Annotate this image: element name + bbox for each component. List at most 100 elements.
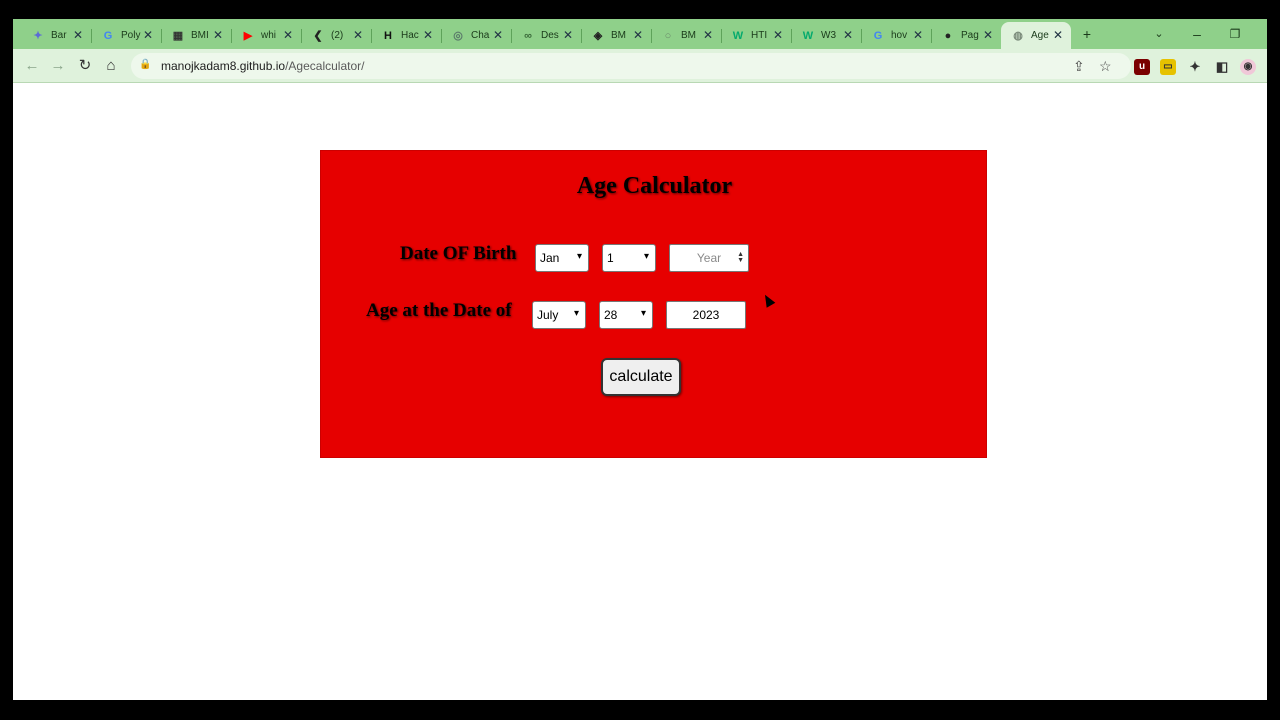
browser-tab[interactable]: W HTI ✕ (721, 22, 792, 49)
tab-title: BMI (191, 30, 209, 41)
browser-tab[interactable]: ● Pag ✕ (931, 22, 1002, 49)
tab-close-icon[interactable]: ✕ (493, 28, 503, 42)
age-day-value: 28 (604, 308, 618, 322)
new-tab-button[interactable]: + (1075, 23, 1099, 45)
tab-favicon-icon: W (802, 29, 814, 42)
extension-icon[interactable]: ▭ (1160, 59, 1176, 75)
chevron-down-icon: ▾ (576, 251, 582, 262)
dob-label: Date OF Birth (400, 243, 517, 264)
url-path: /Agecalculator/ (285, 59, 365, 73)
dob-day-select[interactable]: 1 ▾ (602, 244, 656, 272)
age-at-date-label: Age at the Date of (366, 300, 512, 321)
tab-close-icon[interactable]: ✕ (773, 28, 783, 42)
tab-favicon-icon: ○ (664, 29, 672, 42)
age-day-select[interactable]: 28 ▾ (599, 301, 653, 329)
tab-close-icon[interactable]: ✕ (143, 28, 153, 42)
tab-title: HTI (751, 30, 768, 41)
dob-year-input[interactable]: Year ▲ ▼ (669, 244, 749, 272)
browser-tab[interactable]: ◎ Cha ✕ (441, 22, 512, 49)
back-icon[interactable]: ← (21, 55, 43, 77)
tab-close-icon[interactable]: ✕ (283, 28, 293, 42)
browser-tab[interactable]: H Hac ✕ (371, 22, 442, 49)
chevron-down-icon: ▾ (643, 251, 649, 262)
browser-window: ✦ Bar ✕ G Poly ✕ ▦ BMI ✕ ▶ whi ✕ ❮ (2) ✕ H Hac ✕ ◎ Cha ✕ ∞ Des… (13, 19, 1267, 700)
tab-close-icon[interactable]: ✕ (633, 28, 643, 42)
tab-title: BM (681, 30, 696, 41)
tab-favicon-icon: ▦ (172, 30, 184, 42)
page-title: Age Calculator (576, 173, 733, 199)
age-month-select[interactable]: July ▾ (532, 301, 586, 329)
reload-icon[interactable]: ↻ (74, 55, 96, 77)
url-text: manojkadam8.github.io/Agecalculator/ (161, 59, 364, 73)
tab-title: Pag (961, 30, 979, 41)
tab-favicon-icon: ∞ (524, 29, 532, 42)
tab-close-icon[interactable]: ✕ (1053, 28, 1063, 42)
tab-strip: ✦ Bar ✕ G Poly ✕ ▦ BMI ✕ ▶ whi ✕ ❮ (2) ✕ H Hac ✕ ◎ Cha ✕ ∞ Des… (13, 19, 1267, 49)
tab-close-icon[interactable]: ✕ (913, 28, 923, 42)
chevron-down-icon: ▾ (573, 308, 579, 319)
tab-favicon-icon: ◎ (453, 30, 463, 42)
browser-tab[interactable]: ○ BM ✕ (651, 22, 722, 49)
tab-favicon-icon: G (103, 29, 113, 42)
dob-month-select[interactable]: Jan ▾ (535, 244, 589, 272)
calculate-button[interactable]: calculate (601, 358, 681, 396)
tab-title: Bar (51, 30, 67, 41)
tab-favicon-icon: W (732, 29, 744, 42)
tab-close-icon[interactable]: ✕ (73, 28, 83, 42)
extensions-puzzle-icon[interactable]: ✦ (1187, 59, 1203, 75)
profile-avatar[interactable]: ◉ (1240, 59, 1256, 75)
bookmark-star-icon[interactable]: ☆ (1099, 58, 1112, 75)
tab-close-icon[interactable]: ✕ (353, 28, 363, 42)
age-month-value: July (537, 308, 559, 322)
forward-icon[interactable]: → (47, 55, 69, 77)
browser-tab[interactable]: ◍ Age ✕ (1001, 22, 1071, 49)
ublock-extension-icon[interactable]: u (1134, 59, 1150, 75)
browser-tab[interactable]: ✦ Bar ✕ (21, 22, 92, 49)
browser-tab[interactable]: ▶ whi ✕ (231, 22, 302, 49)
minimize-button[interactable]: – (1185, 23, 1209, 45)
tab-close-icon[interactable]: ✕ (703, 28, 713, 42)
chevron-down-icon: ▾ (640, 308, 646, 319)
tab-close-icon[interactable]: ✕ (423, 28, 433, 42)
browser-tab[interactable]: ◈ BM ✕ (581, 22, 652, 49)
browser-tab[interactable]: ❮ (2) ✕ (301, 22, 372, 49)
side-panel-icon[interactable]: ◧ (1214, 59, 1230, 75)
tab-favicon-icon: H (384, 29, 392, 42)
tab-title: hov (891, 30, 908, 41)
browser-tab[interactable]: W W3 ✕ (791, 22, 862, 49)
share-icon[interactable]: ⇪ (1073, 58, 1085, 75)
tab-close-icon[interactable]: ✕ (213, 28, 223, 42)
address-bar[interactable]: 🔒 manojkadam8.github.io/Agecalculator/ ⇪… (131, 53, 1131, 79)
page-content: Age Calculator Date OF Birth Jan ▾ 1 ▾ Y… (13, 84, 1267, 700)
tab-close-icon[interactable]: ✕ (983, 28, 993, 42)
tab-favicon-icon: ✦ (33, 30, 43, 42)
tab-title: Cha (471, 30, 490, 41)
age-calculator-panel: Age Calculator Date OF Birth Jan ▾ 1 ▾ Y… (320, 150, 987, 458)
tab-title: W3 (821, 30, 836, 41)
home-icon[interactable]: ⌂ (100, 55, 122, 77)
restore-button[interactable]: ❐ (1223, 23, 1247, 45)
tab-favicon-icon: ▶ (243, 30, 253, 42)
age-year-value: 2023 (692, 308, 720, 322)
lock-icon: 🔒 (139, 59, 152, 70)
url-host: manojkadam8.github.io (161, 59, 286, 73)
tab-title: (2) (331, 30, 344, 41)
browser-toolbar: ← → ↻ ⌂ 🔒 manojkadam8.github.io/Agecalcu… (13, 49, 1267, 83)
tab-favicon-icon: ❮ (313, 30, 323, 42)
tab-favicon-icon: G (873, 29, 883, 42)
age-year-input[interactable]: 2023 (666, 301, 746, 329)
browser-tab[interactable]: ▦ BMI ✕ (161, 22, 232, 49)
tab-title: Hac (401, 30, 419, 41)
tab-title: Des (541, 30, 559, 41)
dob-year-placeholder: Year (696, 251, 722, 265)
tab-title: whi (261, 30, 277, 41)
browser-tab[interactable]: Ghov ✕ (861, 22, 932, 49)
browser-tab[interactable]: ∞ Des ✕ (511, 22, 582, 49)
tab-close-icon[interactable]: ✕ (843, 28, 853, 42)
spinner-icon[interactable]: ▲ ▼ (737, 251, 744, 264)
tab-search-icon[interactable]: ⌄ (1147, 23, 1171, 45)
tab-title: Poly (121, 30, 141, 41)
tab-close-icon[interactable]: ✕ (563, 28, 573, 42)
browser-tab[interactable]: G Poly ✕ (91, 22, 162, 49)
tab-title: Age (1031, 30, 1049, 41)
